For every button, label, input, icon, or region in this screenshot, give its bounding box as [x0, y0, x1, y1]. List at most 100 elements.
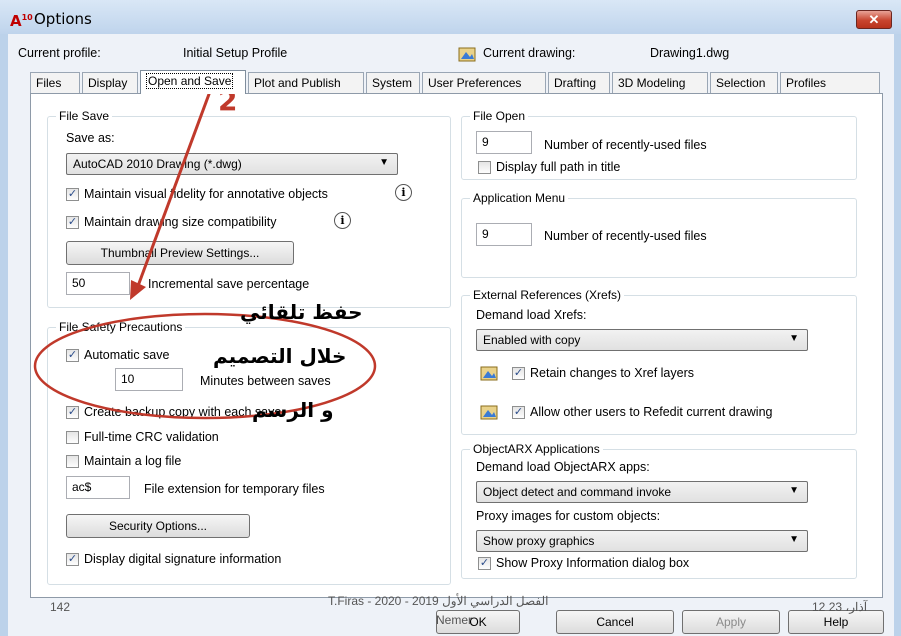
xrefs-title: External References (Xrefs)	[470, 288, 625, 302]
demand-load-arx-dropdown[interactable]: Object detect and command invoke ▼	[476, 481, 808, 503]
retain-changes-label: Retain changes to Xref layers	[530, 366, 694, 380]
checkmark-icon: ✓	[66, 552, 79, 566]
empty-checkbox-icon	[478, 160, 491, 174]
log-file-label: Maintain a log file	[84, 454, 182, 468]
tab-display[interactable]: Display	[82, 72, 138, 93]
maintain-size-checkbox[interactable]: ✓ Maintain drawing size compatibility	[66, 215, 276, 229]
security-options-button[interactable]: Security Options...	[66, 514, 250, 538]
proxy-images-dropdown[interactable]: Show proxy graphics ▼	[476, 530, 808, 552]
save-as-label: Save as:	[66, 131, 115, 145]
app-menu-recent-input[interactable]: 9	[476, 223, 532, 246]
tab-plot-and-publish[interactable]: Plot and Publish	[248, 72, 364, 93]
demand-load-xrefs-label: Demand load Xrefs:	[476, 308, 587, 322]
page-number: 142	[50, 600, 71, 614]
save-as-dropdown[interactable]: AutoCAD 2010 Drawing (*.dwg) ▼	[66, 153, 398, 175]
backup-copy-checkbox[interactable]: ✓ Create backup copy with each save	[66, 405, 281, 419]
app-menu-recent-label: Number of recently-used files	[544, 229, 707, 243]
course-footer: T.Firas - 2020 - الفصل الدراسي الأول 201…	[328, 594, 549, 608]
file-safety-title: File Safety Precautions	[56, 320, 186, 334]
maintain-size-label: Maintain drawing size compatibility	[84, 215, 277, 229]
title-bar[interactable]: A10 Options ✕	[0, 0, 901, 34]
incremental-save-input[interactable]: 50	[66, 272, 130, 295]
autocad-app-icon: A10	[10, 12, 33, 30]
file-open-group: File Open 9 Number of recently-used file…	[461, 109, 857, 180]
show-proxy-info-checkbox[interactable]: ✓ Show Proxy Information dialog box	[478, 556, 689, 570]
apply-button[interactable]: Apply	[682, 610, 780, 634]
tab-selection[interactable]: Selection	[710, 72, 778, 93]
file-open-recent-label: Number of recently-used files	[544, 138, 707, 152]
close-button[interactable]: ✕	[856, 10, 892, 29]
open-and-save-panel: File Save Save as: AutoCAD 2010 Drawing …	[30, 93, 883, 598]
digital-signature-label: Display digital signature information	[84, 552, 282, 566]
objectarx-group: ObjectARX Applications Demand load Objec…	[461, 442, 857, 579]
save-as-value: AutoCAD 2010 Drawing (*.dwg)	[73, 157, 242, 171]
demand-load-xrefs-value: Enabled with copy	[483, 333, 581, 347]
temp-extension-label: File extension for temporary files	[144, 482, 325, 496]
retain-changes-checkbox[interactable]: ✓ Retain changes to Xref layers	[512, 366, 694, 380]
checkmark-icon: ✓	[512, 366, 525, 380]
info-icon[interactable]: i	[395, 184, 412, 201]
file-save-group: File Save Save as: AutoCAD 2010 Drawing …	[47, 109, 451, 308]
automatic-save-label: Automatic save	[84, 348, 170, 362]
cancel-button[interactable]: Cancel	[556, 610, 674, 634]
minutes-input[interactable]: 10	[115, 368, 183, 391]
allow-refedit-checkbox[interactable]: ✓ Allow other users to Refedit current dr…	[512, 405, 772, 419]
current-drawing-label: Current drawing:	[483, 46, 576, 60]
maintain-fidelity-checkbox[interactable]: ✓ Maintain visual fidelity for annotative…	[66, 187, 328, 201]
tab-profiles[interactable]: Profiles	[780, 72, 880, 93]
tab-system[interactable]: System	[366, 72, 420, 93]
arabic-caption-line3: و الرسم	[252, 398, 334, 422]
maintain-fidelity-label: Maintain visual fidelity for annotative …	[84, 187, 328, 201]
chevron-down-icon: ▼	[789, 534, 799, 545]
tab-user-preferences[interactable]: User Preferences	[422, 72, 546, 93]
chevron-down-icon: ▼	[789, 485, 799, 496]
digital-signature-checkbox[interactable]: ✓ Display digital signature information	[66, 552, 281, 566]
full-path-checkbox[interactable]: Display full path in title	[478, 160, 620, 174]
log-file-checkbox[interactable]: Maintain a log file	[66, 454, 181, 468]
crc-validation-checkbox[interactable]: Full-time CRC validation	[66, 430, 219, 444]
arabic-caption-line2: خلال التصميم	[213, 344, 347, 368]
tab-files[interactable]: Files	[30, 72, 80, 93]
tab-open-and-save[interactable]: Open and Save	[140, 70, 246, 94]
temp-extension-input[interactable]: ac$	[66, 476, 130, 499]
tab-3d-modeling[interactable]: 3D Modeling	[612, 72, 708, 93]
checkmark-icon: ✓	[478, 556, 491, 570]
demand-load-xrefs-dropdown[interactable]: Enabled with copy ▼	[476, 329, 808, 351]
info-icon[interactable]: i	[334, 212, 351, 229]
current-profile-value: Initial Setup Profile	[183, 46, 288, 60]
file-open-recent-input[interactable]: 9	[476, 131, 532, 154]
author-footer: Nemer	[436, 613, 473, 627]
xref-icon	[480, 405, 498, 420]
demand-load-arx-value: Object detect and command invoke	[483, 485, 672, 499]
objectarx-title: ObjectARX Applications	[470, 442, 603, 456]
checkmark-icon: ✓	[66, 405, 79, 419]
tab-drafting[interactable]: Drafting	[548, 72, 610, 93]
checkmark-icon: ✓	[66, 348, 79, 362]
thumbnail-preview-settings-button[interactable]: Thumbnail Preview Settings...	[66, 241, 294, 265]
options-window: A10 Options ✕ Current profile: Initial S…	[0, 0, 901, 636]
automatic-save-checkbox[interactable]: ✓ Automatic save	[66, 348, 169, 362]
window-title: Options	[34, 10, 92, 28]
empty-checkbox-icon	[66, 454, 79, 468]
show-proxy-info-label: Show Proxy Information dialog box	[496, 556, 690, 570]
checkmark-icon: ✓	[512, 405, 525, 419]
chevron-down-icon: ▼	[379, 157, 389, 168]
crc-validation-label: Full-time CRC validation	[84, 430, 219, 444]
arabic-caption-line1: حفظ تلقائي	[240, 300, 363, 324]
file-save-title: File Save	[56, 109, 113, 123]
date-footer: 12 آذار، 23	[812, 600, 868, 614]
proxy-images-value: Show proxy graphics	[483, 534, 595, 548]
empty-checkbox-icon	[66, 430, 79, 444]
chevron-down-icon: ▼	[789, 333, 799, 344]
minutes-label: Minutes between saves	[200, 374, 331, 388]
application-menu-group: Application Menu 9 Number of recently-us…	[461, 191, 857, 278]
current-profile-label: Current profile:	[18, 46, 101, 60]
file-open-title: File Open	[470, 109, 529, 123]
xrefs-group: External References (Xrefs) Demand load …	[461, 288, 857, 435]
full-path-label: Display full path in title	[496, 160, 621, 174]
checkmark-icon: ✓	[66, 187, 79, 201]
application-menu-title: Application Menu	[470, 191, 569, 205]
demand-load-arx-label: Demand load ObjectARX apps:	[476, 460, 650, 474]
proxy-images-label: Proxy images for custom objects:	[476, 509, 661, 523]
current-drawing-value: Drawing1.dwg	[650, 46, 730, 60]
